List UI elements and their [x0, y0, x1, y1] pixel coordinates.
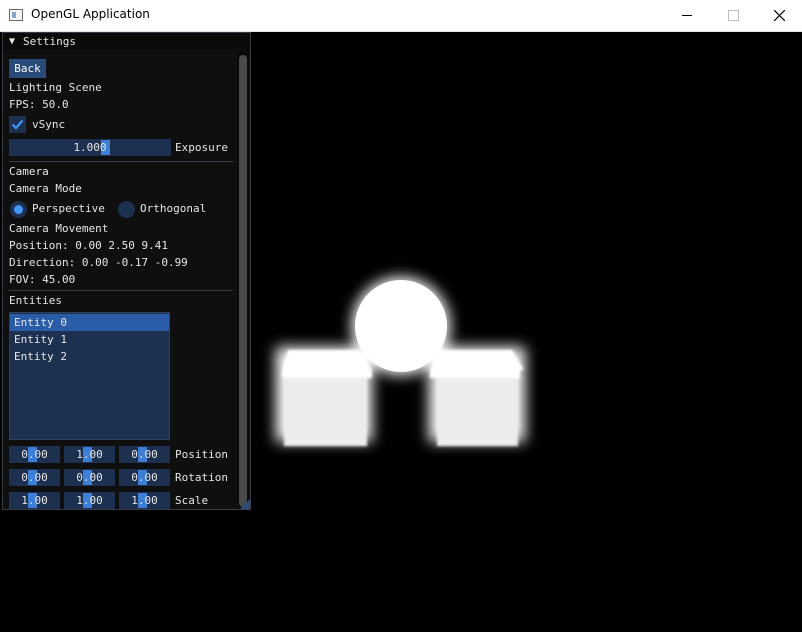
- maximize-icon: [727, 10, 739, 21]
- settings-header[interactable]: ▼ Settings: [3, 33, 250, 50]
- scale-x-field[interactable]: 1.00: [9, 492, 60, 509]
- window-title: OpenGL Application: [31, 7, 150, 21]
- rotation-x-field[interactable]: 0.00: [9, 469, 60, 486]
- checkmark-icon: [11, 119, 24, 130]
- list-item[interactable]: Entity 1: [10, 331, 169, 348]
- rotation-z-value: 0.00: [131, 471, 158, 484]
- scale-label: Scale: [175, 494, 209, 507]
- position-x-field[interactable]: 0.00: [9, 446, 60, 463]
- scale-z-field[interactable]: 1.00: [119, 492, 170, 509]
- orthogonal-radio[interactable]: [118, 201, 135, 218]
- scale-z-value: 1.00: [131, 494, 158, 507]
- list-item[interactable]: Entity 0: [10, 314, 169, 331]
- fps-readout: FPS: 50.0: [9, 98, 69, 111]
- camera-direction: Direction: 0.00 -0.17 -0.99: [9, 256, 188, 269]
- camera-fov: FOV: 45.00: [9, 273, 76, 286]
- list-item[interactable]: Entity 2: [10, 348, 169, 365]
- position-label: Position: [175, 448, 228, 461]
- back-button[interactable]: Back: [9, 59, 46, 78]
- collapse-arrow-icon[interactable]: ▼: [9, 36, 15, 47]
- perspective-radio[interactable]: [10, 201, 27, 218]
- rotation-y-value: 0.00: [76, 471, 103, 484]
- rotation-z-field[interactable]: 0.00: [119, 469, 170, 486]
- position-z-value: 0.00: [131, 448, 158, 461]
- minimize-button[interactable]: [664, 0, 710, 31]
- minimize-icon: [682, 15, 692, 16]
- position-x-value: 0.00: [21, 448, 48, 461]
- scale-x-value: 1.00: [21, 494, 48, 507]
- right-cube: [430, 350, 524, 446]
- window-app-icon: [9, 9, 23, 21]
- entities-header: Entities: [9, 294, 62, 307]
- exposure-label: Exposure: [175, 141, 228, 154]
- resize-grip[interactable]: [240, 499, 250, 509]
- separator: [9, 161, 233, 162]
- close-icon: [773, 10, 785, 21]
- close-button[interactable]: [756, 0, 802, 31]
- title-bar[interactable]: OpenGL Application: [0, 0, 802, 32]
- radio-selected-dot: [14, 205, 23, 214]
- position-y-value: 1.00: [76, 448, 103, 461]
- position-y-field[interactable]: 1.00: [64, 446, 115, 463]
- position-z-field[interactable]: 0.00: [119, 446, 170, 463]
- scene-name: Lighting Scene: [9, 81, 102, 94]
- perspective-label[interactable]: Perspective: [32, 202, 105, 215]
- scale-y-value: 1.00: [76, 494, 103, 507]
- rotation-label: Rotation: [175, 471, 228, 484]
- settings-scrollbar[interactable]: [237, 51, 249, 509]
- rotation-y-field[interactable]: 0.00: [64, 469, 115, 486]
- settings-panel[interactable]: ▼ Settings Back Lighting Scene FPS: 50.0…: [2, 32, 251, 510]
- exposure-value: 1.000: [73, 141, 107, 154]
- camera-movement-label: Camera Movement: [9, 222, 109, 235]
- scrollbar-thumb[interactable]: [239, 55, 247, 507]
- settings-title: Settings: [23, 35, 76, 48]
- camera-mode-label: Camera Mode: [9, 182, 82, 195]
- exposure-slider[interactable]: 1.000: [9, 139, 171, 156]
- vsync-label: vSync: [32, 118, 66, 131]
- maximize-button[interactable]: [710, 0, 756, 31]
- camera-position: Position: 0.00 2.50 9.41: [9, 239, 168, 252]
- light-sphere: [355, 280, 447, 372]
- entity-listbox[interactable]: Entity 0 Entity 1 Entity 2: [9, 312, 170, 440]
- rotation-x-value: 0.00: [21, 471, 48, 484]
- camera-header: Camera: [9, 165, 49, 178]
- separator: [9, 290, 233, 291]
- orthogonal-label[interactable]: Orthogonal: [140, 202, 206, 215]
- vsync-checkbox[interactable]: [9, 116, 26, 133]
- left-cube: [282, 350, 372, 446]
- scale-y-field[interactable]: 1.00: [64, 492, 115, 509]
